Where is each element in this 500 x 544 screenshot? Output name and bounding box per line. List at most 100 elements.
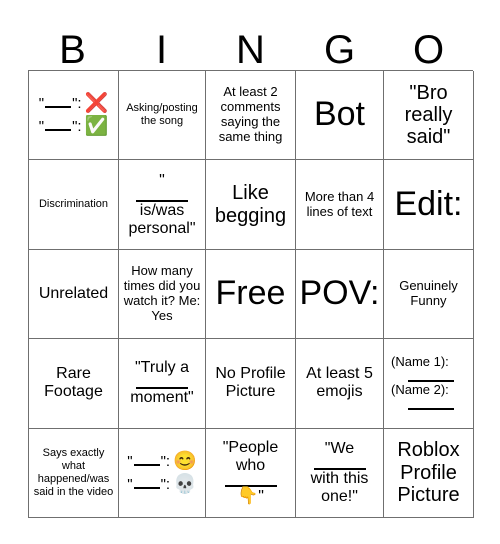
backhand-index-pointing-down-emoji: 👇 xyxy=(237,486,259,506)
bingo-cell-r3c2[interactable]: How many times did you watch it? Me: Yes xyxy=(119,249,206,340)
quote-blank-emoji: "People who 👇" xyxy=(209,439,292,506)
bingo-cell-text: Free xyxy=(215,274,286,313)
bingo-cell-r2c5[interactable]: Edit: xyxy=(384,160,474,250)
bingo-cell-r1c4[interactable]: Bot xyxy=(296,71,384,161)
bingo-cell-r4c1[interactable]: Rare Footage xyxy=(29,339,119,429)
blank-underline xyxy=(45,97,72,109)
quote-emoji-line-1: " ": 😊 xyxy=(127,452,197,471)
blank-underline xyxy=(45,120,72,132)
bingo-cell-r1c3[interactable]: At least 2 comments saying the same thin… xyxy=(206,71,296,161)
name2-label: (Name 2): xyxy=(391,382,449,398)
quote-suffix: is/was personal" xyxy=(128,201,196,237)
quote-emoji-line-1: " ": ❌ xyxy=(39,94,109,113)
quote-blank-text: "We with this one!" xyxy=(299,440,380,506)
blank-underline xyxy=(313,458,366,470)
bingo-cell-r4c3[interactable]: No Profile Picture xyxy=(206,339,296,429)
bingo-cell-r2c3[interactable]: Like begging xyxy=(206,160,296,250)
bingo-cell-text: Roblox Profile Picture xyxy=(397,439,460,506)
quote-close: ": xyxy=(160,475,171,493)
bingo-cell-text: POV: xyxy=(299,274,380,313)
quote-prefix: "People who xyxy=(222,439,279,475)
bingo-cell-text: How many times did you watch it? Me: Yes xyxy=(123,263,201,323)
bingo-cell-r3c1[interactable]: Unrelated xyxy=(29,249,119,340)
quote-suffix: moment" xyxy=(130,389,194,407)
quote-open: " xyxy=(127,452,133,470)
bingo-cell-free-space[interactable]: Free xyxy=(206,249,296,340)
bingo-cell-text: Unrelated xyxy=(38,284,109,302)
blank-underline xyxy=(407,398,454,410)
quote-open: " xyxy=(38,95,45,113)
cross-mark-emoji: ❌ xyxy=(84,93,109,115)
bingo-header-letter-g: G xyxy=(323,28,356,72)
quote-emoji-line-2: " ": 💀 xyxy=(127,475,197,494)
bingo-card: B I N G O " ": ❌ " ": ✅ Asking/posting t… xyxy=(0,0,500,544)
quote-blank-2: " ": xyxy=(127,477,170,492)
quote-blank-1: " ": xyxy=(127,454,170,469)
bingo-cell-r1c1[interactable]: " ": ❌ " ": ✅ xyxy=(29,71,119,161)
quote-blank-2: " ": xyxy=(39,119,82,134)
name1-label: (Name 1): xyxy=(391,354,449,370)
name1-blank xyxy=(387,370,470,383)
quote-close: " xyxy=(258,488,264,506)
bingo-cell-text: Bot xyxy=(313,95,366,134)
bingo-cell-r4c2[interactable]: "Truly a moment" xyxy=(119,339,206,429)
bingo-cell-r3c4[interactable]: POV: xyxy=(296,249,384,340)
quote-close: ": xyxy=(72,118,82,136)
bingo-cell-r5c4[interactable]: "We with this one!" xyxy=(296,428,384,518)
bingo-cell-text: Edit: xyxy=(394,184,463,223)
emoji-quote-line: 👇" xyxy=(237,487,264,506)
bingo-cell-r4c5[interactable]: (Name 1): (Name 2): xyxy=(384,339,474,429)
name2-blank xyxy=(387,398,470,411)
bingo-cell-r4c4[interactable]: At least 5 emojis xyxy=(296,339,384,429)
blank-underline xyxy=(136,190,188,202)
bingo-cell-r5c5[interactable]: Roblox Profile Picture xyxy=(384,428,474,518)
smiling-face-with-smiling-eyes-emoji: 😊 xyxy=(173,450,197,472)
bingo-cell-text: More than 4 lines of text xyxy=(304,188,375,219)
bingo-cell-text: Like begging xyxy=(214,182,287,227)
bingo-cell-text: "Bro really said" xyxy=(404,81,453,149)
quote-prefix: "We xyxy=(324,439,355,457)
skull-emoji: 💀 xyxy=(173,473,197,495)
quote-blank-text: " is/was personal" xyxy=(122,172,202,238)
bingo-cell-r5c3[interactable]: "People who 👇" xyxy=(206,428,296,518)
quote-prefix: "Truly a xyxy=(135,359,189,377)
blank-underline xyxy=(133,478,160,489)
check-mark-button-emoji: ✅ xyxy=(84,116,109,138)
quote-emoji-line-2: " ": ✅ xyxy=(39,117,109,136)
bingo-cell-r2c2[interactable]: " is/was personal" xyxy=(119,160,206,250)
bingo-cell-r5c1[interactable]: Says exactly what happened/was said in t… xyxy=(29,428,119,518)
bingo-cell-text: Genuinely Funny xyxy=(399,278,458,308)
bingo-cell-r2c1[interactable]: Discrimination xyxy=(29,160,119,250)
bingo-cell-text: No Profile Picture xyxy=(215,365,286,401)
quote-emoji-pair: " ": ❌ " ": ✅ xyxy=(32,94,115,136)
quote-close: ": xyxy=(160,452,171,470)
bingo-cell-r2c4[interactable]: More than 4 lines of text xyxy=(296,160,384,250)
bingo-cell-r1c2[interactable]: Asking/posting the song xyxy=(119,71,206,161)
quote-blank-text: "Truly a moment" xyxy=(122,359,202,407)
quote-emoji-pair: " ": 😊 " ": 💀 xyxy=(122,452,202,494)
bingo-cell-text: Discrimination xyxy=(38,198,109,211)
quote-prefix: " xyxy=(159,171,165,189)
bingo-cell-text: At least 5 emojis xyxy=(306,365,373,401)
blank-underline xyxy=(136,377,188,390)
bingo-cell-text: Asking/posting the song xyxy=(126,102,198,128)
bingo-header-letter-n: N xyxy=(236,28,265,72)
bingo-grid: " ": ❌ " ": ✅ Asking/posting the song At l… xyxy=(28,70,474,518)
bingo-cell-text: At least 2 comments saying the same thin… xyxy=(218,84,283,145)
bingo-cell-r1c5[interactable]: "Bro really said" xyxy=(384,71,474,161)
blank-underline xyxy=(407,370,454,382)
quote-open: " xyxy=(38,118,45,136)
quote-suffix: with this one!" xyxy=(310,469,369,505)
bingo-header-letter-o: O xyxy=(412,28,445,72)
bingo-header-letter-b: B xyxy=(59,28,86,72)
quote-close: ": xyxy=(72,95,82,113)
bingo-cell-r3c5[interactable]: Genuinely Funny xyxy=(384,249,474,340)
bingo-header-letter-i: I xyxy=(155,28,168,72)
bingo-cell-r5c2[interactable]: " ": 😊 " ": 💀 xyxy=(119,428,206,518)
quote-open: " xyxy=(127,475,133,493)
bingo-header: B I N G O xyxy=(28,16,473,70)
bingo-cell-text: Rare Footage xyxy=(44,365,103,401)
quote-blank-1: " ": xyxy=(39,96,82,111)
bingo-cell-text: Says exactly what happened/was said in t… xyxy=(33,446,114,498)
blank-underline xyxy=(133,455,160,466)
